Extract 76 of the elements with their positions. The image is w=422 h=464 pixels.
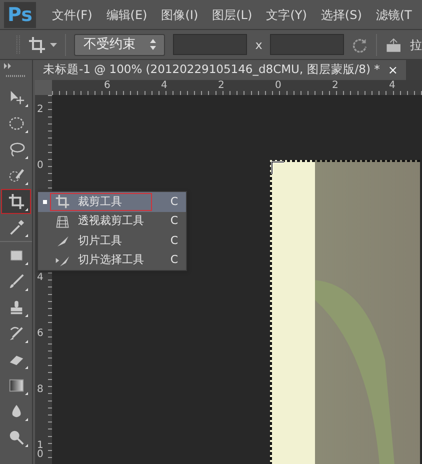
menu-item[interactable]: 图层(L) [212,6,252,24]
constraint-dropdown[interactable]: 不受约束 [74,34,166,56]
crop-icon [28,36,46,54]
group-triangle-icon [25,288,28,291]
flyout-item[interactable]: 裁剪工具 C [38,192,186,212]
dimension-separator: x [255,36,262,54]
group-triangle-icon [25,340,28,343]
shortcut-label: C [170,232,178,248]
group-triangle-icon [25,262,28,265]
ruler-number: 2 [217,80,226,93]
crop-icon [8,193,24,210]
document-tab[interactable]: 未标题-1 @ 100% (20120229105146_d8CMU, 图层蒙版/8) * × [35,60,406,80]
quick-selection-icon [8,167,24,184]
group-triangle-icon [25,104,28,107]
ruler-number: 4 [160,80,168,93]
flyout-item[interactable]: 切片工具 C [38,231,186,250]
gradient-icon [8,377,24,394]
ruler-number: 0 [37,160,44,171]
crop-icon [55,194,70,210]
straighten-icon [384,36,402,54]
tool-label: 透视裁剪工具 [78,213,144,229]
menu-item[interactable]: 图像(I) [161,6,198,24]
ruler-number: 10 [37,440,44,460]
history-brush-icon [8,325,24,342]
eyedropper-icon [8,219,24,236]
width-input[interactable] [173,34,248,55]
tool-preset-button[interactable] [28,36,58,54]
ruler-number: 6 [37,328,44,339]
menu-item[interactable]: 选择(S) [320,6,362,24]
group-triangle-icon [25,418,28,421]
height-input[interactable] [270,34,344,55]
menu-item[interactable]: 文字(Y) [266,6,307,24]
group-triangle-icon [25,366,28,369]
menu-item[interactable]: 编辑(E) [106,6,148,24]
ruler-corner [35,80,52,95]
marquee-icon [8,115,24,132]
group-triangle-icon [25,234,28,237]
grip-handle [16,34,20,56]
flyout-item[interactable]: 切片选择工具 C [38,250,186,270]
menu-item[interactable]: 滤镜(T [376,6,412,24]
group-triangle-icon [25,392,28,395]
tool-label: 切片工具 [78,232,122,248]
ruler-number: 0 [274,80,282,93]
option-label[interactable]: 拉 [410,36,422,54]
ruler-number: 2 [37,104,44,115]
group-triangle-icon [25,444,28,447]
tool-label: 切片选择工具 [78,252,144,268]
group-triangle-icon [25,208,28,211]
lasso-icon [8,141,24,158]
ruler-number: 8 [37,384,44,395]
group-triangle-icon [25,156,28,159]
updown-arrow-icon [150,39,156,50]
ruler-number: 6 [103,80,112,93]
tool-button[interactable] [1,189,31,214]
tool-label: 裁剪工具 [78,194,122,210]
selected-bullet [43,200,47,204]
dodge-icon [8,429,24,446]
ruler-number: 4 [388,80,396,93]
close-button[interactable]: × [388,61,398,79]
tab-title: 未标题-1 @ 100% (20120229105146_d8CMU, 图层蒙版/8) * [43,61,380,78]
shortcut-label: C [170,252,178,268]
flyout-item[interactable]: 透视裁剪工具 C [38,212,186,231]
group-triangle-icon [25,314,28,317]
perspective-crop-icon [55,214,70,229]
menu-item[interactable]: 文件(F) [52,6,92,24]
brush-icon [8,273,24,290]
collapse-icon [4,63,12,69]
ruler-number: 2 [331,80,340,93]
grip-handle [6,74,26,78]
group-triangle-icon [25,130,28,133]
group-triangle-icon [25,182,28,185]
ruler-number: 4 [37,272,44,283]
shortcut-label: C [170,194,178,210]
caret-icon [50,42,58,46]
app-logo: Ps [4,2,36,28]
shortcut-label: C [170,213,178,229]
